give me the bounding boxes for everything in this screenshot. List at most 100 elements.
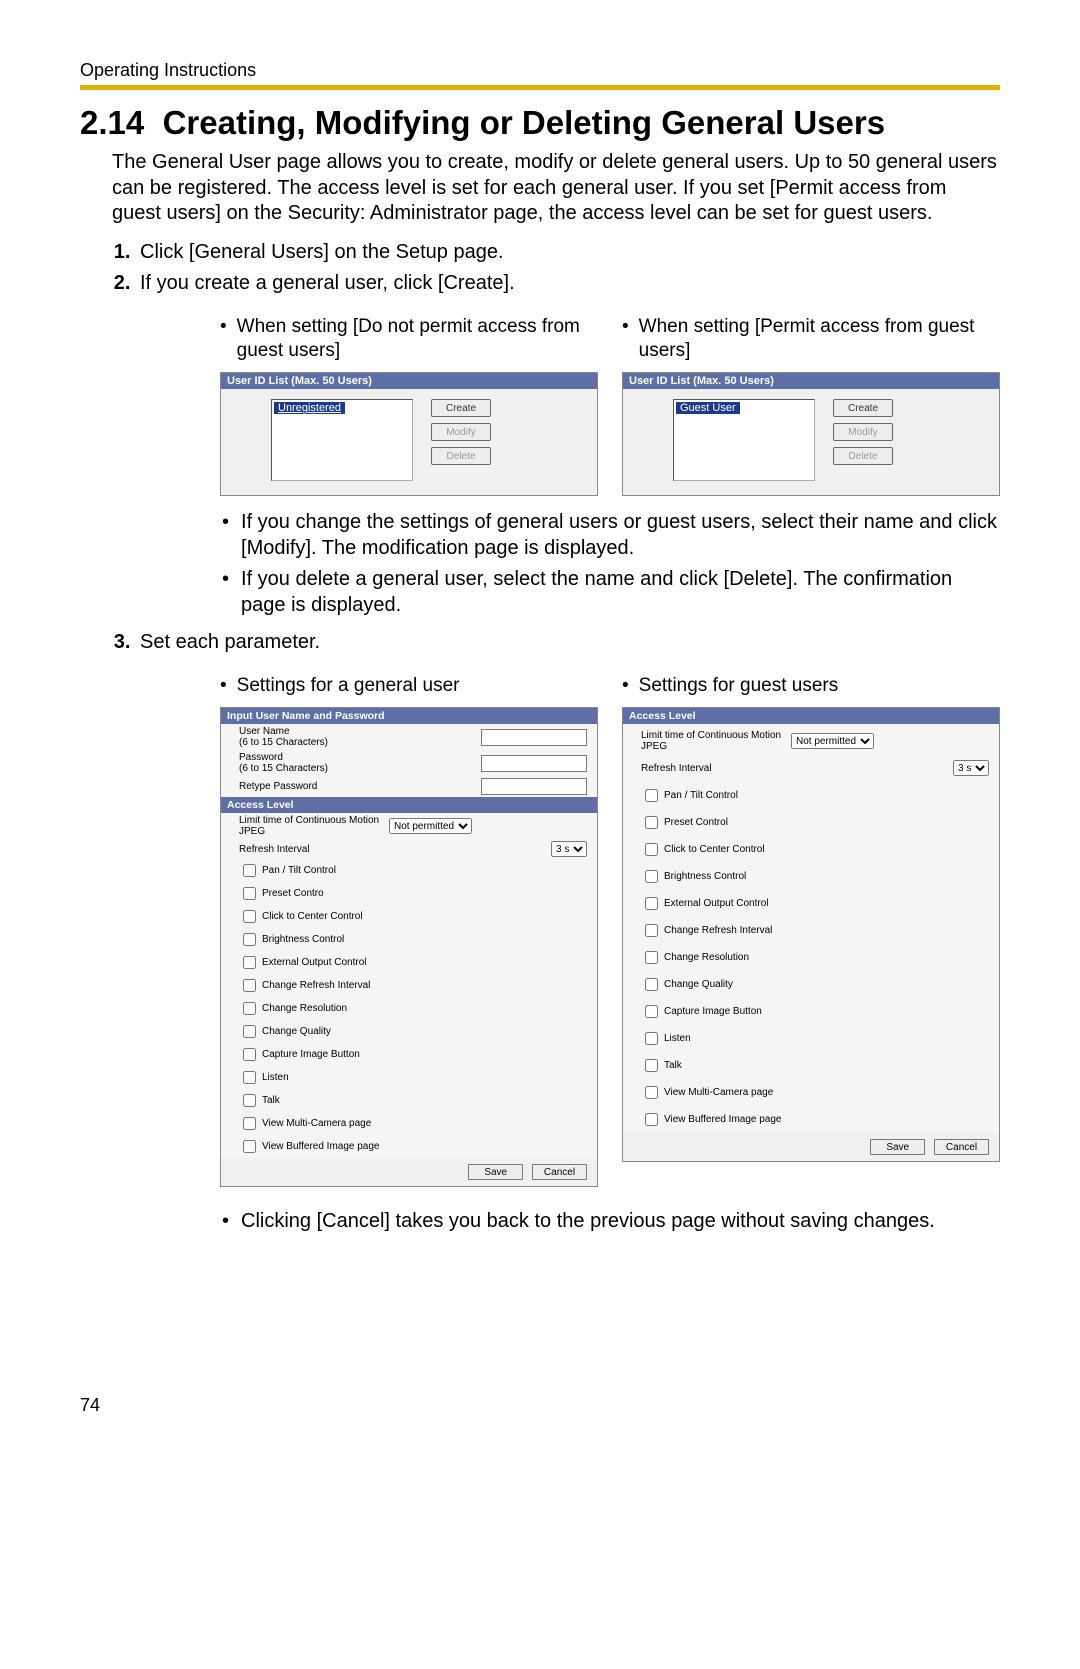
permission-checkbox[interactable] [243, 1025, 256, 1038]
checkbox-row: Brightness Control [221, 928, 597, 951]
permission-checkbox[interactable] [645, 1032, 658, 1045]
checkbox-row: Capture Image Button [221, 1043, 597, 1066]
user-listbox[interactable]: Guest User [673, 399, 815, 481]
permission-checkbox[interactable] [645, 1113, 658, 1126]
permission-checkbox[interactable] [645, 978, 658, 991]
checkbox-label: Capture Image Button [664, 1006, 762, 1017]
permission-checkbox[interactable] [645, 1005, 658, 1018]
delete-button: Delete [431, 447, 491, 465]
checkbox-row: View Buffered Image page [623, 1106, 999, 1133]
limit-select[interactable]: Not permitted [389, 818, 472, 834]
step-3: Set each parameter. •Settings for a gene… [136, 631, 1000, 1235]
checkbox-row: Change Refresh Interval [221, 974, 597, 997]
checkbox-label: Pan / Tilt Control [262, 865, 336, 876]
permission-checkbox[interactable] [243, 1071, 256, 1084]
bullet-icon: • [222, 510, 229, 561]
delete-button: Delete [833, 447, 893, 465]
permission-checkbox[interactable] [243, 1140, 256, 1153]
permission-checkbox[interactable] [243, 1117, 256, 1130]
permission-checkbox[interactable] [243, 933, 256, 946]
cancel-button[interactable]: Cancel [532, 1164, 587, 1180]
step2-col-left: •When setting [Do not permit access from… [220, 315, 598, 497]
refresh-select[interactable]: 3 s [551, 841, 587, 857]
checkbox-label: Capture Image Button [262, 1049, 360, 1060]
permission-checkbox[interactable] [243, 910, 256, 923]
checkbox-label: External Output Control [664, 898, 769, 909]
checkbox-label: Listen [664, 1033, 691, 1044]
checkbox-label: Preset Control [664, 817, 728, 828]
step2-left-caption: When setting [Do not permit access from … [237, 315, 598, 363]
checkbox-row: External Output Control [221, 951, 597, 974]
permission-checkbox[interactable] [243, 979, 256, 992]
checkbox-row: Change Refresh Interval [623, 917, 999, 944]
doc-title: Operating Instructions [80, 60, 1000, 81]
permission-checkbox[interactable] [243, 956, 256, 969]
step-2-text: If you create a general user, click [Cre… [140, 272, 515, 294]
save-button[interactable]: Save [870, 1139, 925, 1155]
retype-password-field[interactable] [481, 778, 587, 795]
permission-checkbox[interactable] [645, 951, 658, 964]
cancel-button[interactable]: Cancel [934, 1139, 989, 1155]
permission-checkbox[interactable] [645, 924, 658, 937]
user-id-list-panel-right: User ID List (Max. 50 Users) Guest User … [622, 372, 1000, 496]
checkbox-label: Change Quality [262, 1026, 331, 1037]
refresh-select[interactable]: 3 s [953, 760, 989, 776]
checkbox-row: Capture Image Button [623, 998, 999, 1025]
step3-right-caption: Settings for guest users [639, 674, 839, 698]
label-limit: Limit time of Continuous Motion JPEG [239, 815, 389, 837]
form-button-row: Save Cancel [221, 1158, 597, 1186]
step-1-text: Click [General Users] on the Setup page. [140, 241, 504, 263]
step-2: If you create a general user, click [Cre… [136, 272, 1000, 619]
step-3-text: Set each parameter. [140, 631, 320, 653]
divider-yellow [80, 85, 1000, 90]
bullet-icon: • [222, 1209, 229, 1235]
checkbox-row: Listen [221, 1066, 597, 1089]
panel-header: User ID List (Max. 50 Users) [221, 373, 597, 389]
permission-checkbox[interactable] [243, 887, 256, 900]
checkbox-row: Talk [623, 1052, 999, 1079]
permission-checkbox[interactable] [645, 897, 658, 910]
checkbox-row: Preset Contro [221, 882, 597, 905]
permission-checkbox[interactable] [645, 843, 658, 856]
permission-checkbox[interactable] [645, 1059, 658, 1072]
permission-checkbox[interactable] [243, 1048, 256, 1061]
section-intro: The General User page allows you to crea… [112, 150, 1000, 227]
user-listbox[interactable]: Unregistered [271, 399, 413, 481]
bullet-icon: • [220, 674, 227, 698]
create-button[interactable]: Create [833, 399, 893, 417]
create-button[interactable]: Create [431, 399, 491, 417]
checkbox-label: Change Resolution [664, 952, 749, 963]
bullet-icon: • [622, 315, 629, 363]
guest-user-form: Access Level Limit time of Continuous Mo… [622, 707, 1000, 1162]
checkbox-row: Click to Center Control [221, 905, 597, 928]
label-username: User Name [239, 726, 290, 737]
password-field[interactable] [481, 755, 587, 772]
permission-checkbox[interactable] [645, 816, 658, 829]
checkbox-label: View Buffered Image page [664, 1114, 782, 1125]
list-item[interactable]: Guest User [676, 402, 740, 414]
checkbox-row: Change Resolution [221, 997, 597, 1020]
modify-button: Modify [431, 423, 491, 441]
label-password: Password [239, 752, 283, 763]
checkbox-label: Talk [262, 1095, 280, 1106]
checkbox-row: Pan / Tilt Control [221, 859, 597, 882]
form-button-row: Save Cancel [623, 1133, 999, 1161]
permission-checkbox[interactable] [645, 1086, 658, 1099]
permission-checkbox[interactable] [645, 870, 658, 883]
checkbox-label: View Multi-Camera page [262, 1118, 371, 1129]
step3-col-left: •Settings for a general user Input User … [220, 674, 598, 1196]
permission-checkbox[interactable] [645, 789, 658, 802]
permission-checkbox[interactable] [243, 1094, 256, 1107]
steps-list: Click [General Users] on the Setup page.… [112, 241, 1000, 1235]
bullet-icon: • [220, 315, 227, 363]
save-button[interactable]: Save [468, 1164, 523, 1180]
permission-checkbox[interactable] [243, 1002, 256, 1015]
label-refresh: Refresh Interval [641, 763, 953, 774]
username-field[interactable] [481, 729, 587, 746]
step3-columns: •Settings for a general user Input User … [220, 674, 1000, 1196]
form-header-access: Access Level [623, 708, 999, 724]
section-number: 2.14 [80, 104, 144, 141]
list-item[interactable]: Unregistered [274, 402, 345, 414]
permission-checkbox[interactable] [243, 864, 256, 877]
limit-select[interactable]: Not permitted [791, 733, 874, 749]
